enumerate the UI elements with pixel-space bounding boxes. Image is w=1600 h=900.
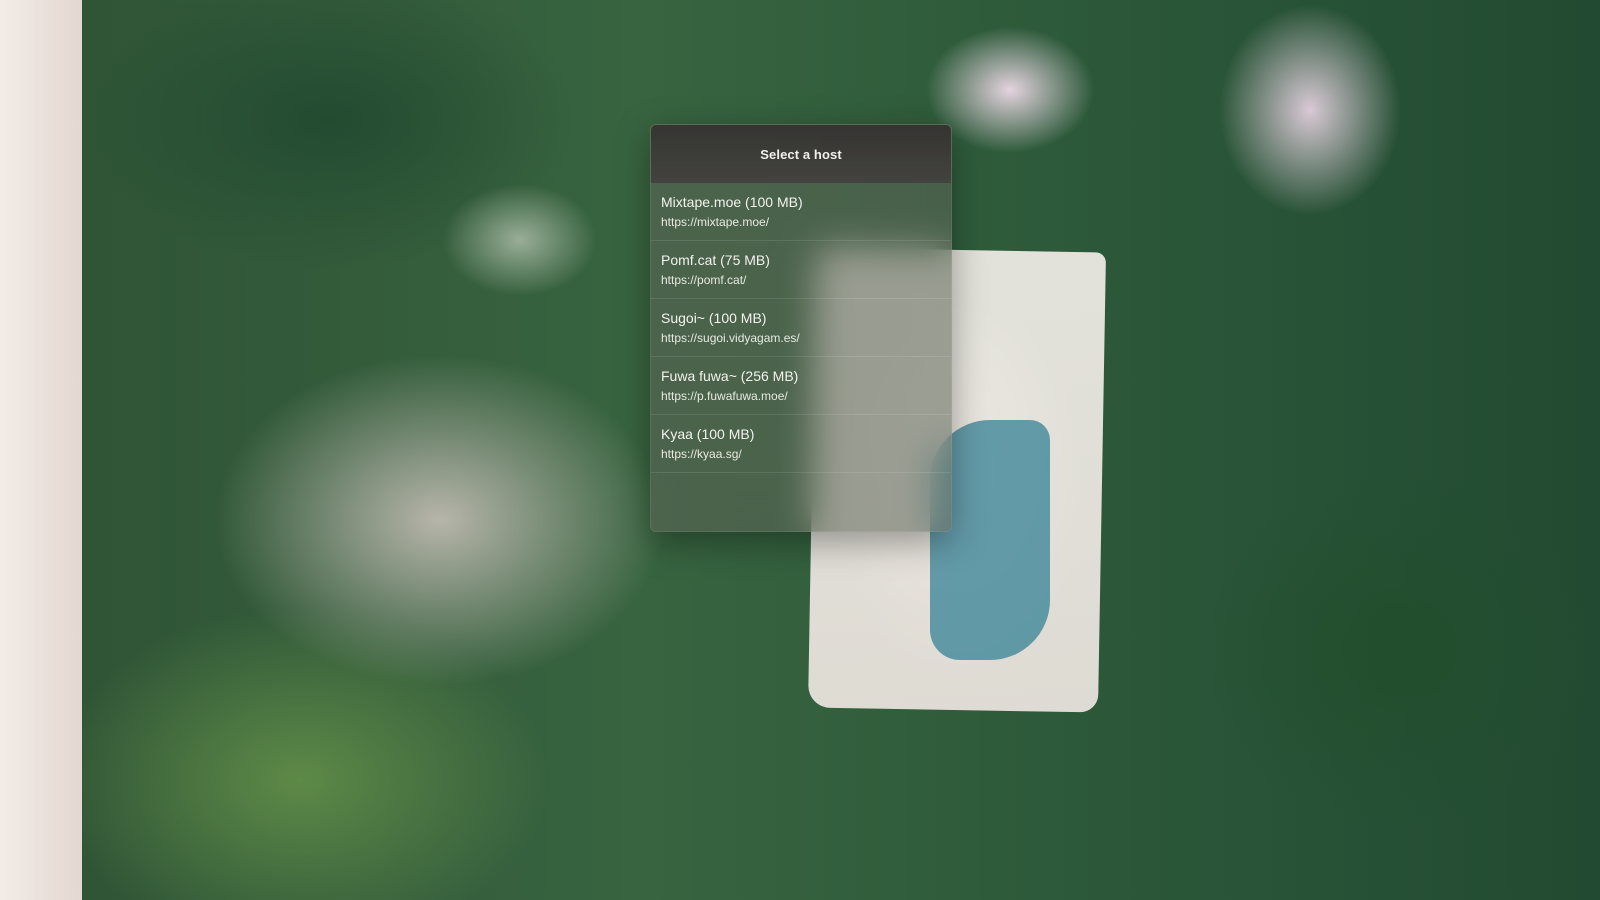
host-item-sugoi[interactable]: Sugoi~ (100 MB) https://sugoi.vidyagam.e… — [651, 299, 951, 357]
host-item-fuwafuwa[interactable]: Fuwa fuwa~ (256 MB) https://p.fuwafuwa.m… — [651, 357, 951, 415]
panel-title: Select a host — [651, 125, 951, 183]
host-name: Mixtape.moe (100 MB) — [661, 194, 803, 210]
host-url: https://p.fuwafuwa.moe/ — [661, 389, 788, 403]
host-selector-panel: Select a host Mixtape.moe (100 MB) https… — [650, 124, 952, 532]
wallpaper-wall-edge — [0, 0, 82, 900]
host-item-pomf[interactable]: Pomf.cat (75 MB) https://pomf.cat/ — [651, 241, 951, 299]
host-item-mixtape[interactable]: Mixtape.moe (100 MB) https://mixtape.moe… — [651, 183, 951, 241]
host-url: https://sugoi.vidyagam.es/ — [661, 331, 800, 345]
host-url: https://kyaa.sg/ — [661, 447, 742, 461]
host-name: Sugoi~ (100 MB) — [661, 310, 767, 326]
host-url: https://mixtape.moe/ — [661, 215, 770, 229]
host-url: https://pomf.cat/ — [661, 273, 747, 287]
desktop: Select a host Mixtape.moe (100 MB) https… — [0, 0, 1600, 900]
host-list: Mixtape.moe (100 MB) https://mixtape.moe… — [651, 183, 951, 473]
host-name: Fuwa fuwa~ (256 MB) — [661, 368, 799, 384]
host-name: Pomf.cat (75 MB) — [661, 252, 770, 268]
host-name: Kyaa (100 MB) — [661, 426, 755, 442]
host-item-kyaa[interactable]: Kyaa (100 MB) https://kyaa.sg/ — [651, 415, 951, 473]
